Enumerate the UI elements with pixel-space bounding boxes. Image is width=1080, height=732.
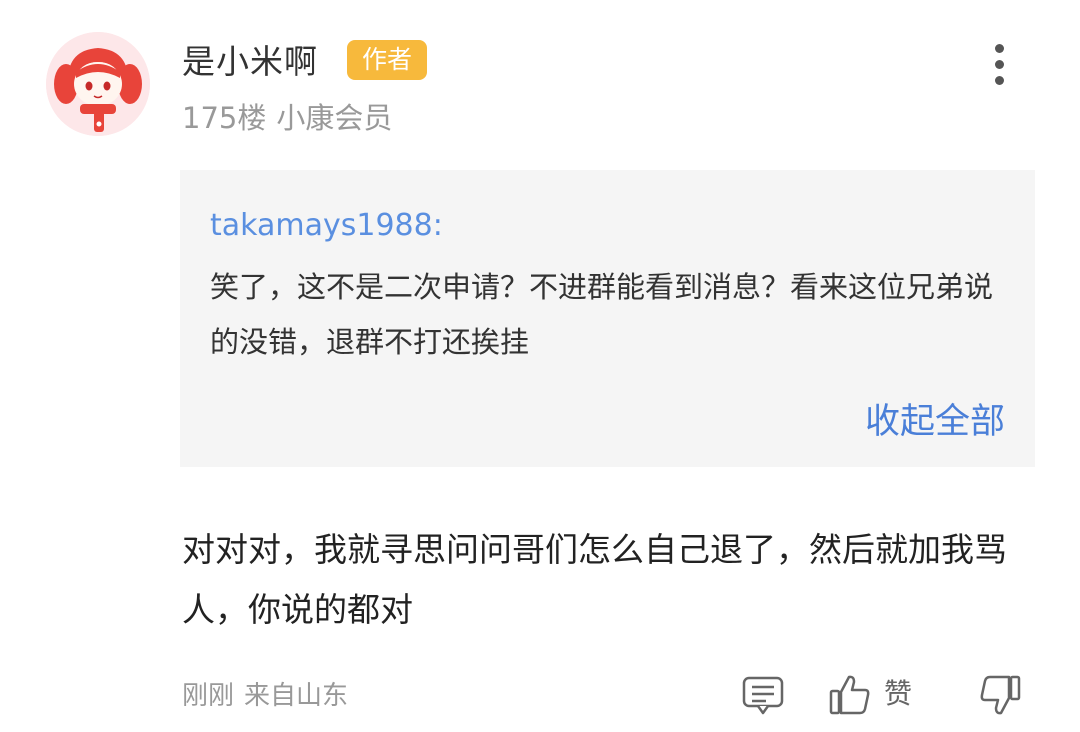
more-options-button[interactable]: [980, 40, 1020, 88]
timestamp: 刚刚: [182, 681, 235, 711]
post-meta: 175楼 小康会员: [182, 98, 392, 138]
author-badge: 作者: [347, 40, 427, 80]
collapse-all-button[interactable]: 收起全部: [865, 398, 1005, 446]
quoted-text: 笑了，这不是二次申请？不进群能看到消息？看来这位兄弟说的没错，退群不打还挨挂: [210, 270, 994, 359]
avatar-icon: [46, 32, 150, 136]
thumbs-down-icon: [980, 675, 1021, 715]
username[interactable]: 是小米啊: [182, 40, 318, 84]
floor-number: 175楼: [182, 101, 267, 135]
quoted-username[interactable]: takamays1988:: [210, 206, 443, 246]
like-label: 赞: [884, 677, 913, 710]
thumbs-up-icon: [829, 675, 870, 715]
comment-footer-meta: 刚刚 来自山东: [182, 676, 348, 716]
member-level: 小康会员: [276, 101, 393, 135]
more-vertical-icon: [995, 44, 1004, 53]
quoted-reply: takamays1988: 笑了，这不是二次申请？不进群能看到消息？看来这位兄弟…: [180, 170, 1035, 467]
avatar[interactable]: [46, 32, 150, 136]
reply-icon[interactable]: [742, 676, 784, 716]
location: 来自山东: [244, 681, 349, 711]
dislike-button[interactable]: [978, 674, 1022, 718]
comment-text: 对对对，我就寻思问问哥们怎么自己退了，然后就加我骂人，你说的都对: [182, 530, 1007, 629]
like-button[interactable]: 赞: [828, 672, 928, 716]
